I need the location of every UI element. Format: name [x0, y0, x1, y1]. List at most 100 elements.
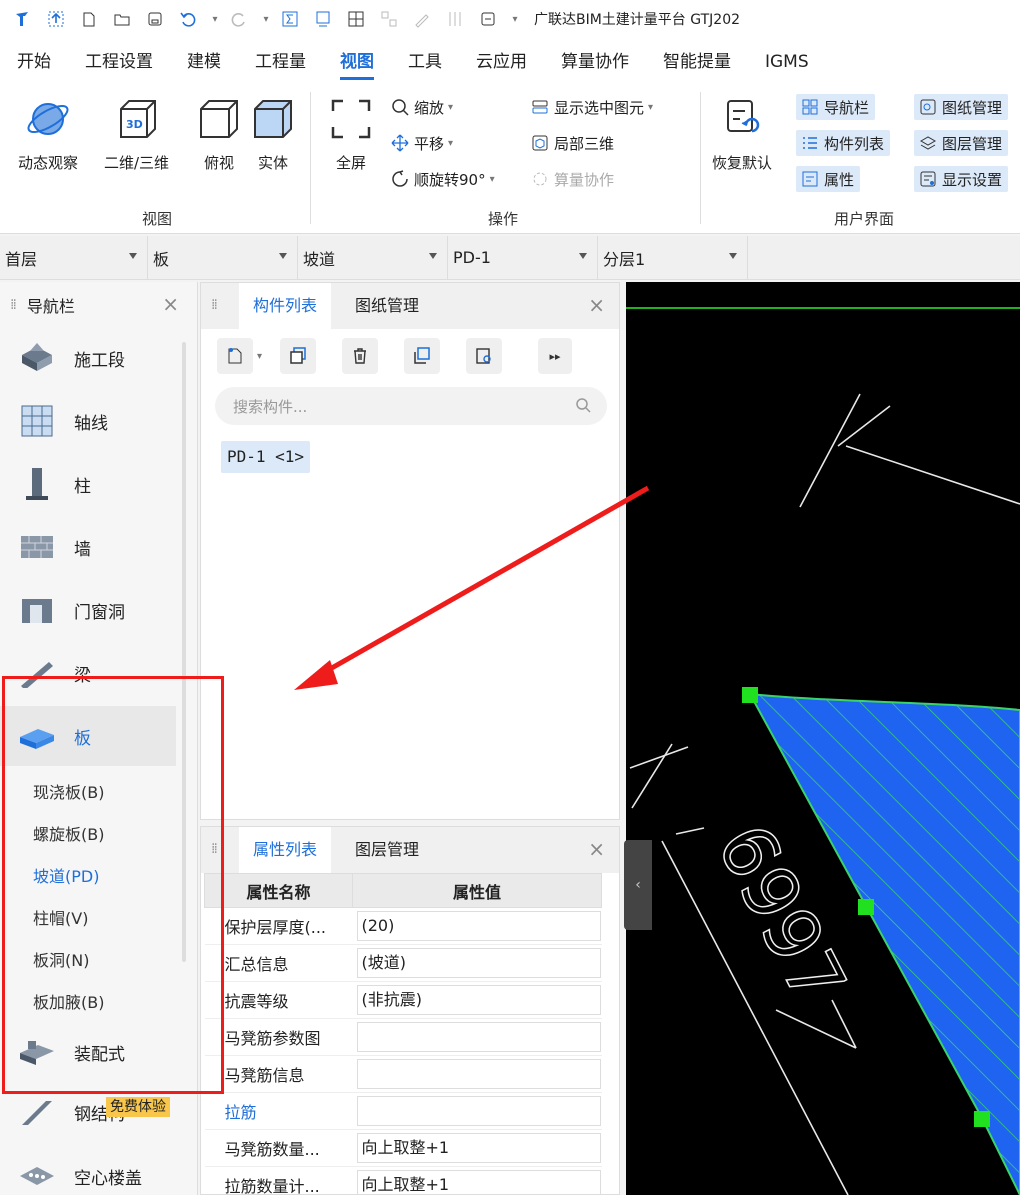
property-value-field[interactable]: [356, 1096, 601, 1126]
app-logo-icon[interactable]: [10, 7, 36, 31]
app-title: 广联达BIM土建计量平台 GTJ202: [534, 12, 741, 28]
menu-modeling[interactable]: 建模: [170, 38, 238, 86]
nav-item-openings[interactable]: 门窗洞: [0, 580, 176, 640]
menu-quantities[interactable]: 工程量: [238, 38, 323, 86]
sync-icon[interactable]: [475, 7, 501, 31]
top-view-button[interactable]: 俯视: [194, 94, 244, 173]
property-value-field[interactable]: (非抗震): [356, 985, 601, 1015]
save-icon[interactable]: [142, 7, 168, 31]
show-selected-button[interactable]: 显示选中图元 ▾: [530, 94, 653, 120]
subtype-select[interactable]: 坡道: [298, 235, 448, 280]
table-row[interactable]: 汇总信息 (坡道): [204, 944, 602, 982]
component-select[interactable]: PD-1: [448, 235, 598, 280]
menu-cloud[interactable]: 云应用: [459, 38, 544, 86]
menu-tools[interactable]: 工具: [391, 38, 459, 86]
nav-item-hollow-floor[interactable]: 空心楼盖: [0, 1146, 176, 1195]
redo-dropdown-icon[interactable]: ▾: [259, 7, 273, 31]
pen-disabled-icon[interactable]: [409, 7, 435, 31]
columns-disabled-icon[interactable]: [442, 7, 468, 31]
menu-view[interactable]: 视图: [323, 38, 391, 86]
table-row[interactable]: 抗震等级 (非抗震): [204, 981, 602, 1019]
rotate-90-button[interactable]: 顺旋转90° ▾: [390, 166, 495, 192]
table-row[interactable]: 马凳筋数量... 向上取整+1: [204, 1129, 602, 1167]
floor-select[interactable]: 首层: [0, 235, 148, 280]
report-icon[interactable]: [310, 7, 336, 31]
type-select[interactable]: 板: [148, 235, 298, 280]
table-row[interactable]: 保护层厚度(... (20): [204, 907, 602, 945]
vertex-handle[interactable]: [742, 687, 758, 703]
local-3d-icon: [530, 133, 550, 153]
display-settings-toggle-button[interactable]: 显示设置: [914, 166, 1009, 192]
menu-project-settings[interactable]: 工程设置: [68, 38, 170, 86]
layer-mgmt-toggle-button[interactable]: 图层管理: [914, 130, 1009, 156]
property-value-field[interactable]: 向上取整+1: [356, 1170, 601, 1195]
menu-igms[interactable]: IGMS: [748, 38, 826, 86]
restore-default-button[interactable]: 恢复默认: [712, 94, 772, 173]
layer-select[interactable]: 分层1: [598, 235, 748, 280]
open-folder-icon[interactable]: [109, 7, 135, 31]
solid-view-button[interactable]: 实体: [248, 94, 298, 173]
tab-component-list[interactable]: 构件列表: [239, 283, 332, 329]
property-value-field[interactable]: [356, 1022, 601, 1052]
drawing-mgmt-toggle-button[interactable]: 图纸管理: [914, 94, 1009, 120]
zoom-button[interactable]: 缩放 ▾: [390, 94, 453, 120]
vertex-handle[interactable]: [858, 899, 874, 915]
customize-dropdown-icon[interactable]: ▾: [508, 7, 522, 31]
new-component-button[interactable]: [217, 338, 253, 374]
operate-group-label: 操作: [488, 210, 519, 228]
filter-component-button[interactable]: [466, 338, 503, 374]
duplicate-layer-button[interactable]: [404, 338, 441, 374]
attr-toggle-button[interactable]: 属性: [796, 166, 861, 192]
ui-group-label: 用户界面: [834, 210, 895, 228]
table-row[interactable]: 马凳筋信息: [204, 1055, 602, 1093]
2d-3d-toggle-button[interactable]: 3D 二维/三维: [104, 94, 169, 173]
nav-item-column[interactable]: 柱: [0, 454, 176, 514]
drawing-canvas[interactable]: 6997: [626, 282, 1020, 1195]
menu-start[interactable]: 开始: [0, 38, 68, 86]
upload-icon[interactable]: [43, 7, 69, 31]
panel-collapse-toggle[interactable]: ‹: [624, 840, 652, 930]
tab-drawing-mgmt[interactable]: 图纸管理: [341, 283, 434, 329]
nav-close-icon[interactable]: ×: [162, 292, 179, 316]
table-row[interactable]: 拉筋: [204, 1092, 602, 1130]
nav-item-wall[interactable]: 墙: [0, 517, 176, 577]
property-value-field[interactable]: (坡道): [356, 948, 601, 978]
new-file-icon[interactable]: [76, 7, 102, 31]
drag-handle-icon[interactable]: ⁞⁞: [10, 297, 17, 313]
table-row[interactable]: 马凳筋参数图: [204, 1018, 602, 1056]
component-panel-close-icon[interactable]: ×: [588, 293, 605, 317]
property-value-field[interactable]: [356, 1059, 601, 1089]
component-search-input[interactable]: 搜索构件...: [215, 387, 607, 425]
sum-icon[interactable]: [277, 7, 303, 31]
property-value-field[interactable]: 向上取整+1: [356, 1133, 601, 1163]
new-component-dropdown-icon[interactable]: ▾: [257, 351, 262, 362]
delete-component-button[interactable]: [342, 338, 379, 374]
menu-smart-extract[interactable]: 智能提量: [646, 38, 748, 86]
grid-disabled-icon[interactable]: [376, 7, 402, 31]
property-panel-close-icon[interactable]: ×: [588, 837, 605, 861]
nav-item-construction-section[interactable]: 施工段: [0, 328, 176, 388]
tab-layer-mgmt[interactable]: 图层管理: [341, 827, 434, 873]
undo-icon[interactable]: [175, 7, 201, 31]
fullscreen-button[interactable]: 全屏: [326, 94, 376, 173]
table-row[interactable]: 拉筋数量计... 向上取整+1: [204, 1166, 602, 1195]
nav-toggle-button[interactable]: 导航栏: [796, 94, 876, 120]
wall-icon: [18, 528, 56, 566]
redo-icon[interactable]: [226, 7, 252, 31]
more-tools-button[interactable]: ▸▸: [538, 338, 573, 374]
undo-dropdown-icon[interactable]: ▾: [208, 7, 222, 31]
local-3d-button[interactable]: 局部三维: [530, 130, 614, 156]
vertex-handle[interactable]: [974, 1111, 990, 1127]
pan-button[interactable]: 平移 ▾: [390, 130, 453, 156]
dynamic-orbit-button[interactable]: 动态观察: [18, 94, 78, 173]
component-list-item[interactable]: PD-1 <1>: [221, 441, 311, 473]
copy-component-button[interactable]: [280, 338, 317, 374]
drag-handle-icon[interactable]: ⁞⁞: [211, 297, 218, 313]
menu-collaboration[interactable]: 算量协作: [544, 38, 646, 86]
collab-button[interactable]: 算量协作: [530, 166, 614, 192]
table-view-icon[interactable]: [343, 7, 369, 31]
property-value-field[interactable]: (20): [356, 911, 601, 941]
comp-list-toggle-button[interactable]: 构件列表: [796, 130, 891, 156]
nav-item-axis[interactable]: 轴线: [0, 391, 176, 451]
tab-property-list[interactable]: 属性列表: [239, 827, 332, 873]
